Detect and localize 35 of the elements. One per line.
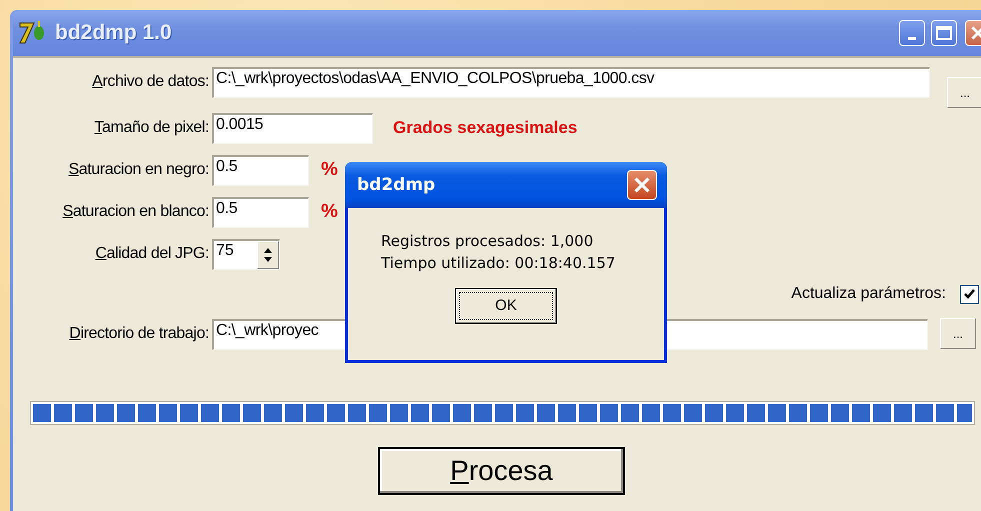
browse-button[interactable]: ... bbox=[940, 318, 976, 349]
percent-sign: % bbox=[321, 159, 338, 181]
close-icon bbox=[634, 177, 650, 193]
maximize-icon bbox=[936, 26, 952, 40]
spin-field[interactable]: 75 bbox=[212, 238, 280, 270]
unit-note: Grados sexagesimales bbox=[393, 118, 578, 138]
process-button[interactable]: Procesa bbox=[378, 447, 625, 495]
field-label: Directorio de trabajo: bbox=[68, 325, 209, 343]
up-down-arrows-icon bbox=[263, 246, 273, 262]
minimize-button[interactable] bbox=[899, 20, 925, 46]
field-label: Tamaño de pixel: bbox=[93, 119, 209, 137]
window-title: bd2dmp 1.0 bbox=[55, 21, 173, 45]
input-field[interactable]: 0.0015 bbox=[212, 112, 373, 144]
field-label: Archivo de datos: bbox=[91, 73, 209, 91]
browse-button[interactable]: ... bbox=[947, 77, 981, 108]
checkbox-label: Actualiza parámetros: bbox=[791, 285, 946, 303]
spin-button[interactable] bbox=[257, 240, 279, 268]
minimize-icon bbox=[908, 36, 916, 40]
message-text: Tiempo utilizado: 00:18:40.157 bbox=[381, 253, 616, 274]
ok-button[interactable]: OK bbox=[455, 288, 557, 324]
maximize-button[interactable] bbox=[931, 20, 957, 46]
field-label: Saturacion en blanco: bbox=[62, 203, 209, 221]
checkbox[interactable] bbox=[960, 284, 979, 304]
close-icon bbox=[971, 26, 981, 40]
field-label: Saturacion en negro: bbox=[67, 161, 209, 179]
spin-value: 75 bbox=[215, 240, 235, 260]
input-field[interactable]: 0.5 bbox=[212, 154, 309, 186]
input-field[interactable]: C:\_wrk\proyectos\odas\AA_ENVIO_COLPOS\prueba_1000.csv bbox=[212, 67, 930, 98]
dialog-title: bd2dmp bbox=[357, 175, 436, 195]
input-field[interactable]: 0.5 bbox=[212, 196, 309, 228]
percent-sign: % bbox=[321, 201, 338, 223]
message-text: Registros procesados: 1,000 bbox=[381, 231, 594, 252]
checkmark-icon bbox=[963, 288, 976, 300]
field-label: Calidad del JPG: bbox=[94, 245, 209, 263]
close-button[interactable] bbox=[627, 170, 657, 200]
